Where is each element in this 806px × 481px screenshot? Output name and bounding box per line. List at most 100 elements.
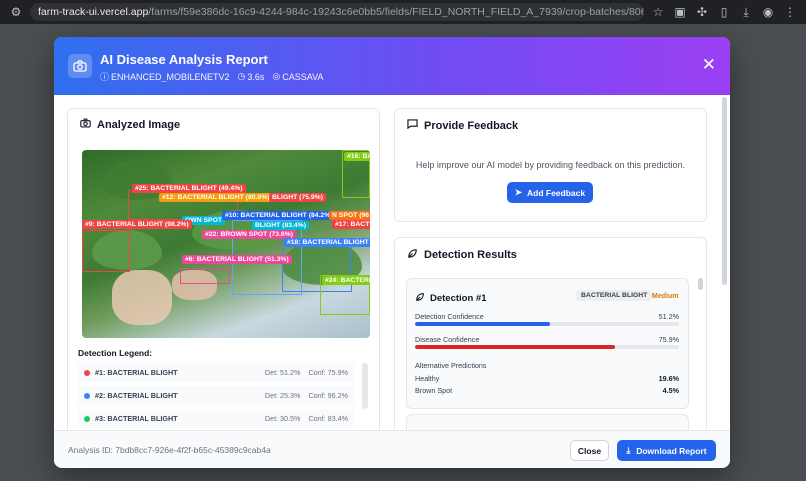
modal-footer: Analysis ID: 7bdb8cc7-926e-4f2f-b65c-453… — [54, 430, 730, 468]
download-report-label: Download Report — [636, 445, 707, 456]
url-domain: farm-track-ui.vercel.app — [38, 6, 149, 18]
menu-icon[interactable]: ⋮ — [782, 4, 798, 20]
legend-conf: Conf: 96.2% — [308, 391, 348, 400]
disease-report-modal: AI Disease Analysis Report ⓘ ENHANCED_MOB… — [54, 37, 730, 468]
modal-header: AI Disease Analysis Report ⓘ ENHANCED_MOB… — [54, 37, 730, 95]
close-icon[interactable]: ✕ — [702, 56, 716, 74]
detection-confidence-label: Detection Confidence — [415, 312, 484, 321]
legend-label: #3: BACTERIAL BLIGHT — [95, 414, 178, 423]
analyzed-image-title: Analyzed Image — [97, 118, 181, 131]
close-button[interactable]: Close — [570, 440, 609, 461]
alternatives-title: Alternative Predictions — [415, 361, 487, 370]
detection-tag: #16: BA — [344, 152, 370, 161]
extension-icon[interactable]: ▣ — [672, 4, 688, 20]
legend-det: Det: 30.5% — [264, 414, 301, 423]
modal-scrollbar[interactable] — [722, 97, 727, 285]
annotated-crop-image[interactable]: #16: BA #25: BACTERIAL BLIGHT (49.4%) #1… — [82, 150, 370, 338]
detection-results-card: Detection Results Detection #1 BACTERIAL… — [394, 237, 707, 448]
alternative-value: 4.5% — [662, 386, 679, 395]
detection-tag: #12: BACTERIAL BLIGHT (80.0%) — [159, 193, 273, 202]
model-name: ENHANCED_MOBILENETV2 — [111, 71, 230, 82]
detection-confidence-bar — [415, 322, 679, 326]
detection-heading: Detection #1 — [415, 292, 487, 305]
alternative-value: 19.6% — [658, 374, 679, 383]
detection-box[interactable] — [180, 268, 230, 284]
leaf-icon — [415, 292, 425, 305]
results-scrollbar[interactable] — [698, 278, 703, 290]
detection-title: Detection #1 — [430, 293, 487, 304]
legend-conf: Conf: 75.9% — [308, 368, 348, 377]
detection-tag: N SPOT (96 — [329, 211, 370, 220]
analyzed-image-heading: Analyzed Image — [80, 118, 180, 131]
profile-icon[interactable]: ◉ — [760, 4, 776, 20]
message-icon — [407, 119, 418, 132]
legend-det: Det: 25.3% — [264, 391, 301, 400]
feedback-card: Provide Feedback Help improve our AI mod… — [394, 108, 707, 222]
duration-value: 3.6s — [247, 71, 265, 82]
legend-color-dot — [84, 415, 90, 422]
model-info: ⓘ ENHANCED_MOBILENETV2 — [100, 70, 230, 83]
analysis-id: Analysis ID: 7bdb8cc7-926e-4f2f-b65c-453… — [68, 445, 271, 455]
analyzed-image-card: Analyzed Image #16: BA #25: BACTERIAL BL… — [67, 108, 380, 448]
feedback-heading: Provide Feedback — [407, 119, 518, 132]
detection-box[interactable] — [82, 230, 130, 272]
site-info-icon[interactable]: ⚙ — [8, 4, 24, 20]
detection-tag: #10: BACTERIAL BLIGHT (84.2%) — [222, 211, 336, 220]
feedback-description: Help improve our AI model by providing f… — [415, 160, 686, 170]
legend-item[interactable]: #3: BACTERIAL BLIGHT Det: 30.5% Conf: 83… — [78, 409, 354, 428]
detection-confidence-value: 51.2% — [658, 312, 679, 321]
legend-item[interactable]: #1: BACTERIAL BLIGHT Det: 51.2% Conf: 75… — [78, 363, 354, 382]
download-icon[interactable]: ⤓ — [738, 4, 754, 20]
modal-title: AI Disease Analysis Report — [100, 52, 268, 67]
address-bar[interactable]: farm-track-ui.vercel.app/farms/f59e386dc… — [30, 3, 644, 21]
legend-label: #1: BACTERIAL BLIGHT — [95, 368, 178, 377]
browser-toolbar: ⚙ farm-track-ui.vercel.app/farms/f59e386… — [0, 0, 806, 24]
detection-tag: #17: BACTE — [332, 220, 370, 229]
feedback-title: Provide Feedback — [424, 119, 519, 132]
disease-confidence-value: 75.9% — [658, 335, 679, 344]
detection-confidence-fill — [415, 322, 551, 326]
detection-tag: #18: BACTERIAL BLIGHT (7 — [284, 238, 370, 247]
alternative-name: Brown Spot — [415, 386, 453, 395]
analysis-meta: ⓘ ENHANCED_MOBILENETV2 ◷ 3.6s ◎ CASSAVA — [100, 70, 323, 83]
disease-confidence-bar — [415, 345, 679, 349]
legend-item[interactable]: #2: BACTERIAL BLIGHT Det: 25.3% Conf: 96… — [78, 386, 354, 405]
leaf-icon — [407, 248, 418, 262]
add-feedback-button[interactable]: ➤ Add Feedback — [507, 182, 593, 203]
crop-name: CASSAVA — [282, 71, 324, 82]
legend-color-dot — [84, 369, 90, 376]
detection-tag: #9: BACTERIAL BLIGHT (98.2%) — [82, 220, 192, 229]
legend-title: Detection Legend: — [78, 348, 153, 358]
detection-tag: BLIGHT (75.9%) — [269, 193, 326, 202]
sidebar-icon[interactable]: ▯ — [716, 4, 732, 20]
detection-card[interactable]: Detection #1 BACTERIAL BLIGHT Medium Det… — [406, 278, 689, 409]
puzzle-icon[interactable]: ✣ — [694, 4, 710, 20]
detection-tag: BLIGHT (83.4%) — [252, 221, 309, 230]
results-heading: Detection Results — [407, 248, 517, 262]
send-icon: ➤ — [514, 187, 522, 197]
url-path: /farms/f59e386dc-16c9-4244-984c-19243c6e… — [148, 6, 644, 18]
clock-icon: ◷ — [237, 71, 246, 81]
legend-scrollbar[interactable] — [362, 363, 368, 409]
detection-tag: #24: BACTERIA — [322, 276, 370, 285]
info-icon: ⓘ — [100, 72, 110, 82]
modal-body: Analyzed Image #16: BA #25: BACTERIAL BL… — [54, 95, 730, 448]
severity-label: Medium — [652, 293, 679, 300]
detection-tag: #25: BACTERIAL BLIGHT (49.4%) — [132, 184, 246, 193]
duration-info: ◷ 3.6s — [238, 70, 265, 83]
target-icon: ◎ — [272, 71, 281, 81]
download-icon: ⤓ — [626, 445, 631, 455]
detection-tag: #22: BROWN SPOT (73.6%) — [202, 230, 297, 239]
alternative-name: Healthy — [415, 374, 440, 383]
disease-confidence-label: Disease Confidence — [415, 335, 480, 344]
disease-badge: BACTERIAL BLIGHT — [575, 290, 654, 301]
download-report-button[interactable]: ⤓ Download Report — [617, 440, 716, 461]
disease-confidence-fill — [415, 345, 616, 349]
legend-color-dot — [84, 392, 90, 399]
camera-icon — [80, 118, 91, 131]
detection-tag: #6: BACTERIAL BLIGHT (51.3%) — [182, 255, 292, 264]
bookmark-star-icon[interactable]: ☆ — [650, 4, 666, 20]
add-feedback-label: Add Feedback — [527, 187, 586, 198]
results-title: Detection Results — [424, 249, 517, 261]
camera-icon — [68, 54, 92, 78]
